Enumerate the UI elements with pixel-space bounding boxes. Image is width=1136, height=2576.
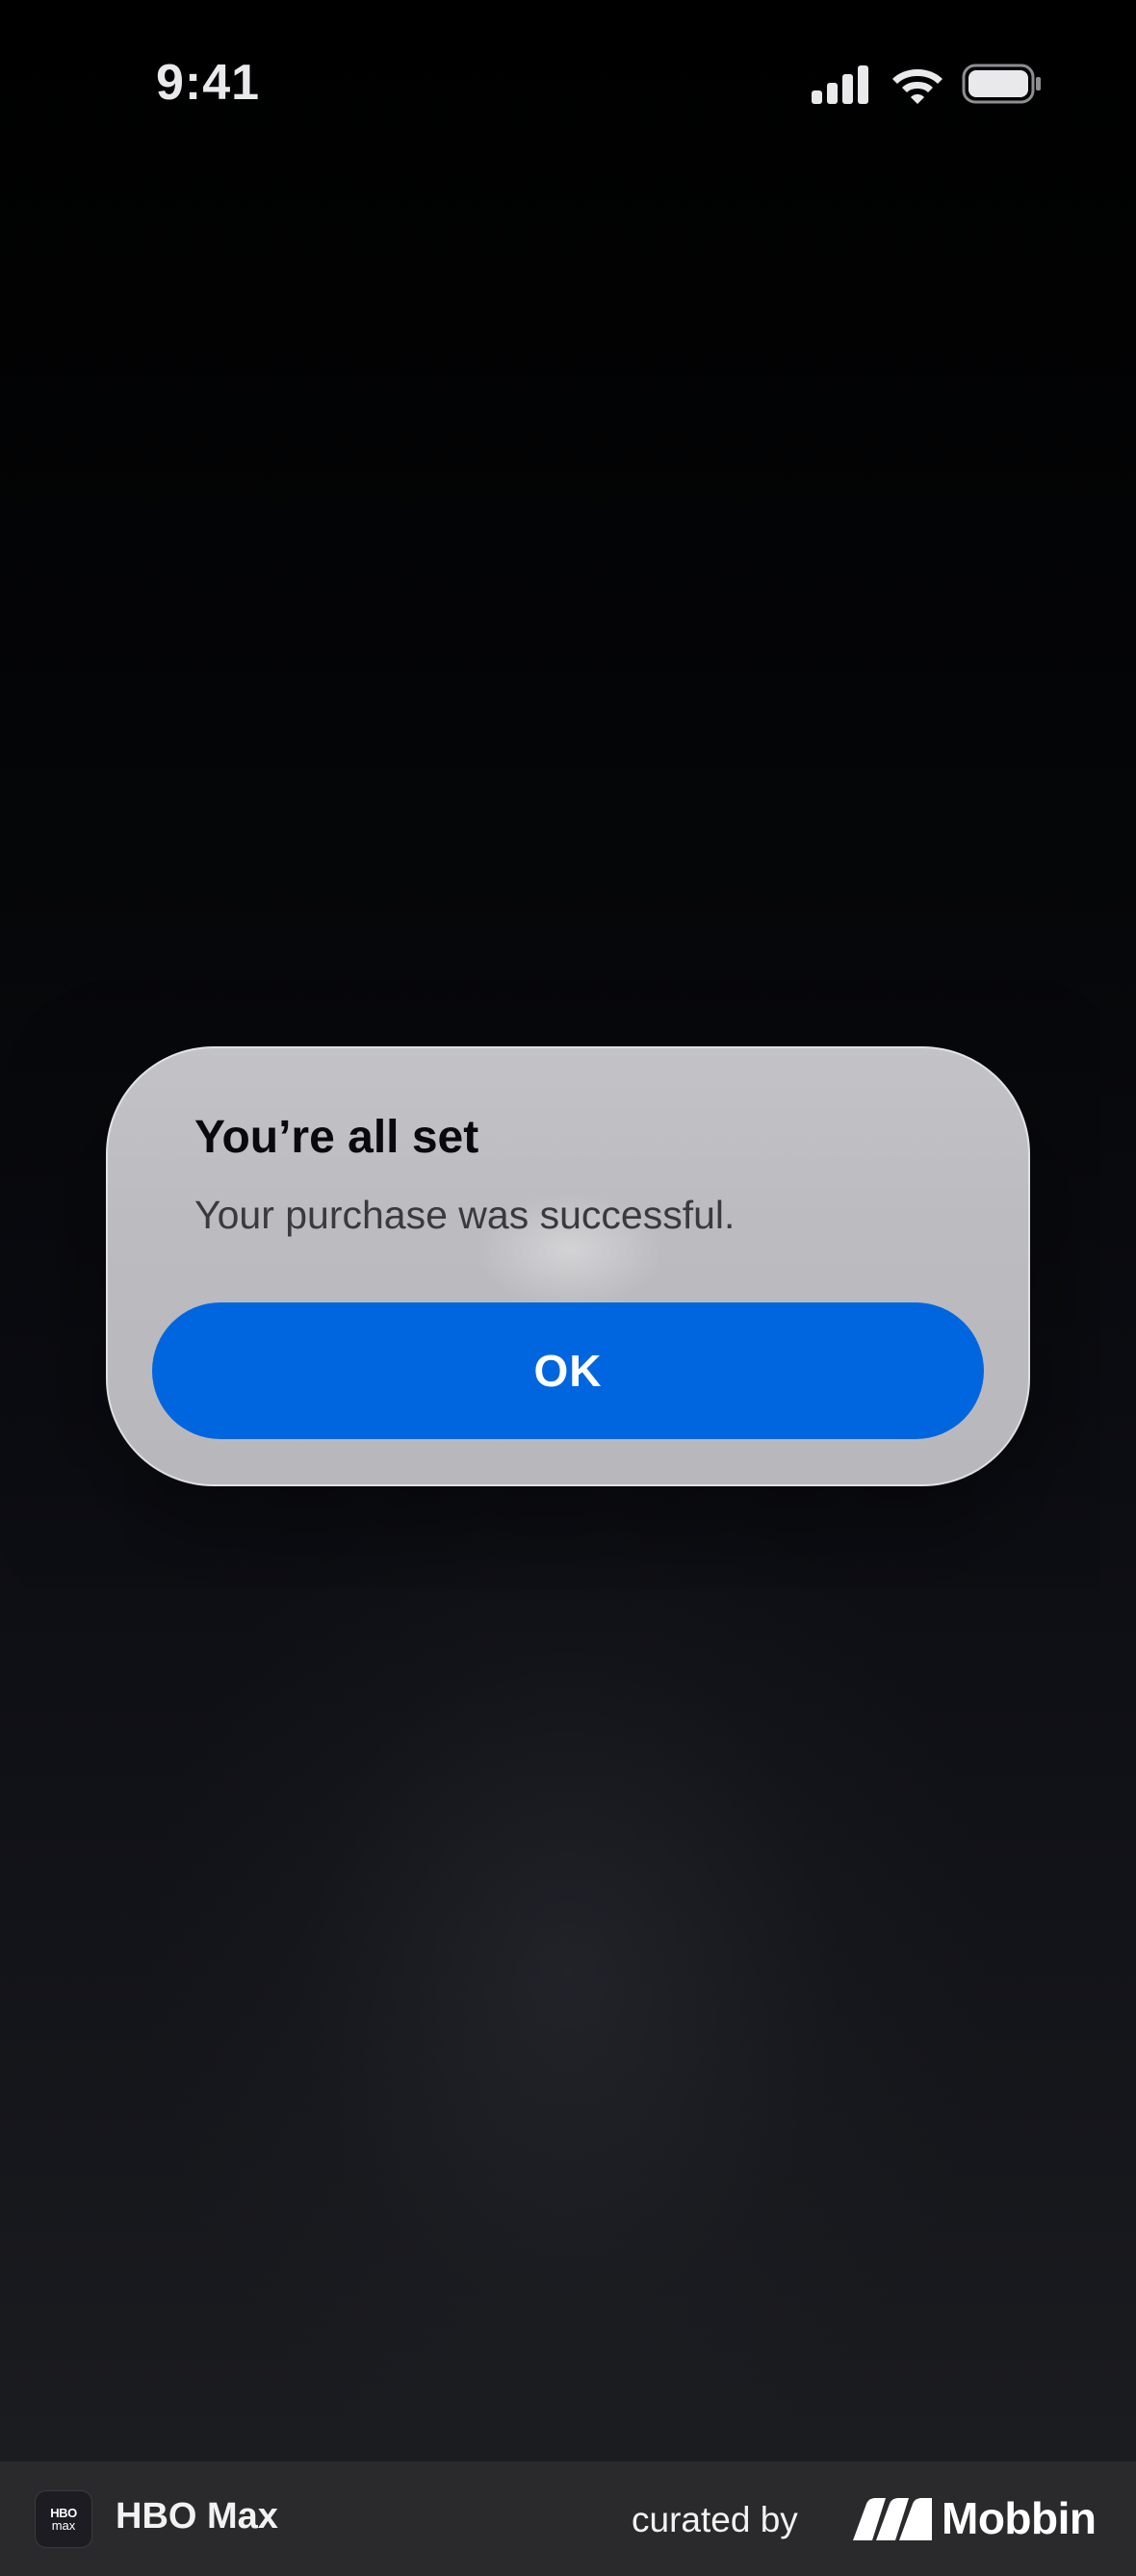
attribution-bar: HBO max HBO Max curated by Mobbin	[0, 2461, 1136, 2576]
ok-button[interactable]: OK	[152, 1302, 984, 1439]
alert-title: You’re all set	[194, 1112, 479, 1163]
status-time: 9:41	[156, 55, 261, 111]
status-icons	[812, 62, 1043, 108]
cellular-signal-icon	[812, 65, 868, 104]
mobbin-logo-icon	[853, 2498, 932, 2540]
curated-by-label: curated by	[632, 2500, 798, 2539]
hbo-max-app-icon: HBO max	[35, 2490, 92, 2548]
app-name: HBO Max	[116, 2496, 278, 2537]
wifi-icon	[892, 69, 942, 104]
mobbin-brand-name: Mobbin	[942, 2493, 1097, 2543]
status-bar: 9:41	[0, 0, 1136, 173]
app-screen: 9:41 You’re all set Your purchase was su…	[0, 0, 1136, 2461]
purchase-success-alert: You’re all set Your purchase was success…	[106, 1046, 1030, 1486]
alert-message: Your purchase was successful.	[194, 1193, 736, 1237]
ok-button-label: OK	[533, 1346, 603, 1396]
app-icon-text-bottom: max	[51, 2518, 76, 2533]
battery-icon	[962, 64, 1041, 104]
background-glow	[144, 1444, 992, 2461]
